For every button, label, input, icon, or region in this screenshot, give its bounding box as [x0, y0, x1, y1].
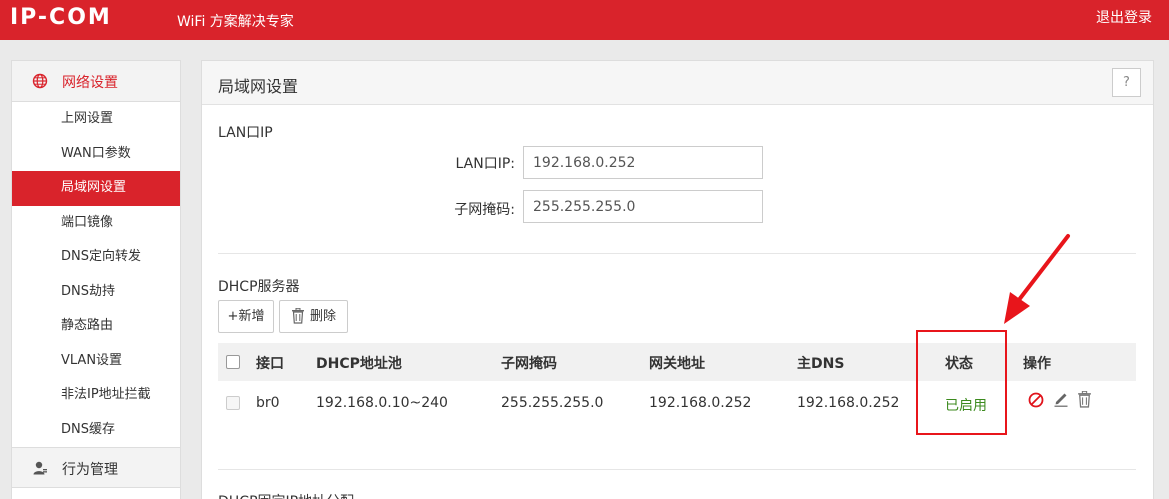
table-bottom-divider — [218, 469, 1136, 470]
page-title: 局域网设置 — [218, 77, 299, 96]
sidebar-item-vlan[interactable]: VLAN设置 — [12, 344, 180, 379]
column-header-pool: DHCP地址池 — [316, 356, 402, 372]
sidebar-item-static-route[interactable]: 静态路由 — [12, 309, 180, 344]
fixed-ip-section-heading: DHCP固定IP地址分配 — [218, 491, 354, 499]
cell-interface: br0 — [256, 395, 280, 411]
sidebar-group-label: 网络设置 — [62, 75, 118, 91]
cell-mask: 255.255.255.0 — [501, 395, 604, 411]
subnet-mask-input[interactable] — [523, 190, 763, 223]
sidebar-group-label: 行为管理 — [62, 462, 118, 478]
brand-logo: IP-COM — [10, 5, 112, 30]
status-highlight-box — [916, 330, 1007, 435]
lan-settings-panel: 局域网设置 ? LAN口IP LAN口IP: 子网掩码: DHCP服务器 +新增… — [201, 60, 1154, 499]
sidebar-item-dns-hijack[interactable]: DNS劫持 — [12, 275, 180, 310]
lan-section-heading: LAN口IP — [218, 125, 273, 141]
column-header-interface: 接口 — [256, 356, 284, 372]
subnet-mask-label: 子网掩码: — [454, 202, 515, 218]
sidebar-item-lan[interactable]: 局域网设置 — [12, 171, 180, 206]
sidebar-group-network[interactable]: 网络设置 — [12, 61, 180, 102]
column-header-gateway: 网关地址 — [649, 356, 705, 372]
help-button[interactable]: ? — [1112, 68, 1141, 97]
delete-button[interactable]: 删除 — [279, 300, 348, 333]
sidebar: 网络设置 上网设置 WAN口参数 局域网设置 端口镜像 DNS定向转发 DNS劫… — [11, 60, 181, 499]
column-header-actions: 操作 — [1023, 356, 1051, 372]
sidebar-item-illegal-ip[interactable]: 非法IP地址拦截 — [12, 378, 180, 413]
user-icon — [33, 461, 47, 475]
lan-ip-label: LAN口IP: — [455, 156, 515, 172]
row-checkbox[interactable] — [226, 396, 240, 410]
disable-icon[interactable] — [1028, 392, 1044, 408]
sidebar-item-port-mirror[interactable]: 端口镜像 — [12, 206, 180, 241]
section-divider — [218, 253, 1136, 254]
cell-pool: 192.168.0.10~240 — [316, 395, 448, 411]
select-all-checkbox[interactable] — [226, 355, 240, 369]
logout-link[interactable]: 退出登录 — [1096, 7, 1152, 27]
add-button[interactable]: +新增 — [218, 300, 274, 333]
lan-ip-input[interactable] — [523, 146, 763, 179]
cell-gateway: 192.168.0.252 — [649, 395, 752, 411]
sidebar-item-internet[interactable]: 上网设置 — [12, 102, 180, 137]
trash-icon — [292, 308, 304, 324]
top-bar: IP-COM WiFi 方案解决专家 退出登录 — [0, 0, 1169, 40]
sidebar-item-dns-cache[interactable]: DNS缓存 — [12, 413, 180, 448]
column-header-dns: 主DNS — [797, 356, 845, 372]
cell-dns: 192.168.0.252 — [797, 395, 900, 411]
sidebar-item-dns-forward[interactable]: DNS定向转发 — [12, 240, 180, 275]
brand-slogan: WiFi 方案解决专家 — [177, 14, 294, 30]
delete-row-icon[interactable] — [1077, 391, 1092, 408]
dhcp-section-heading: DHCP服务器 — [218, 279, 300, 295]
edit-icon[interactable] — [1053, 391, 1069, 407]
column-header-mask: 子网掩码 — [501, 356, 557, 372]
sidebar-item-wan[interactable]: WAN口参数 — [12, 137, 180, 172]
delete-button-label: 删除 — [310, 309, 337, 324]
sidebar-group-behavior[interactable]: 行为管理 — [12, 447, 180, 488]
panel-header: 局域网设置 ? — [202, 61, 1153, 105]
globe-icon — [32, 73, 48, 89]
